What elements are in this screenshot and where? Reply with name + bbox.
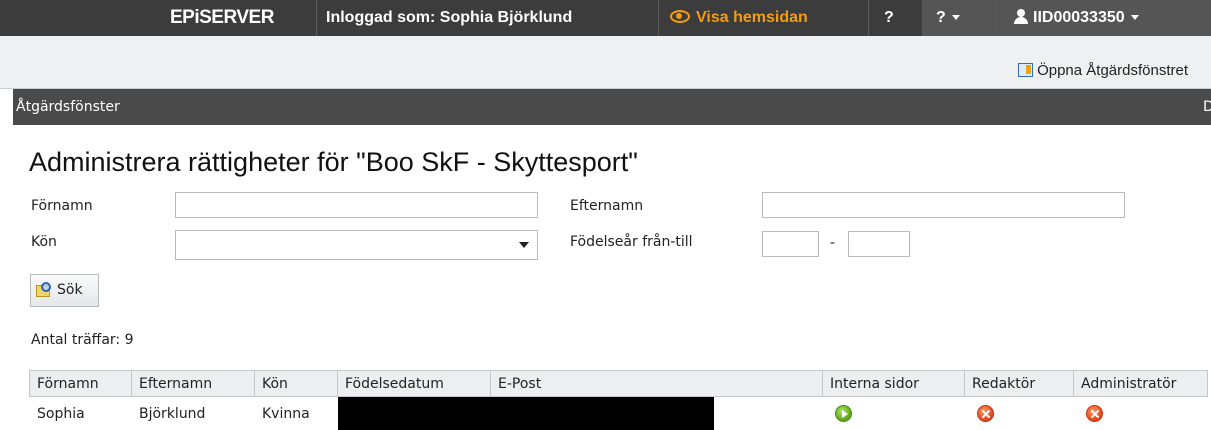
first-name-label: Förnamn — [31, 198, 93, 214]
last-name-label: Efternamn — [570, 198, 644, 214]
action-panel-header: Åtgärdsfönster D — [13, 89, 1211, 125]
help-button[interactable]: ? — [884, 0, 894, 36]
search-button[interactable]: Sök — [30, 274, 99, 307]
table-header-row: Förnamn Efternamn Kön Födelsedatum E-Pos… — [29, 370, 1208, 397]
column-header[interactable]: Administratör — [1073, 370, 1208, 397]
column-header[interactable]: Kön — [254, 370, 338, 397]
logged-in-user-text: Inloggad som: Sophia Björklund — [326, 9, 573, 26]
column-header[interactable]: Interna sidor — [822, 370, 965, 397]
dropdown-arrow-icon — [519, 242, 529, 248]
column-header[interactable]: Redaktör — [964, 370, 1074, 397]
top-navigation-bar: EPiSERVER Inloggad som: Sophia Björklund… — [0, 0, 1211, 36]
chevron-down-icon — [951, 15, 960, 21]
user-icon — [1014, 9, 1028, 24]
column-header[interactable]: Förnamn — [29, 370, 132, 397]
redacted-cell — [338, 397, 823, 430]
action-bar: Öppna Åtgärdsfönstret — [0, 36, 1211, 89]
search-icon — [36, 282, 54, 299]
birth-year-label: Födelseår från-till — [570, 234, 693, 250]
eye-icon — [670, 10, 690, 23]
internal-pages-cell — [823, 397, 965, 430]
gender-cell: Kvinna — [262, 405, 310, 422]
user-menu-label: IID00033350 — [1014, 0, 1139, 36]
gender-select[interactable] — [175, 230, 538, 260]
main-content: Administrera rättigheter för "Boo SkF - … — [13, 125, 1211, 430]
hit-count: Antal träffar: 9 — [31, 332, 134, 348]
last-name-input[interactable] — [762, 192, 1125, 218]
divider — [868, 0, 869, 36]
open-action-panel-label: Öppna Åtgärdsfönstret — [1037, 62, 1188, 79]
column-header[interactable]: Efternamn — [131, 370, 255, 397]
action-panel-title: Åtgärdsfönster — [16, 99, 120, 115]
results-table: Förnamn Efternamn Kön Födelsedatum E-Pos… — [29, 370, 1208, 430]
episerver-logo: EPiSERVER — [170, 7, 274, 28]
panel-icon — [1018, 63, 1034, 77]
divider — [658, 0, 659, 36]
last-name-cell: Björklund — [139, 405, 206, 422]
search-button-label: Sök — [57, 282, 83, 298]
table-row[interactable]: Sophia Björklund Kvinna — [30, 397, 1208, 430]
help-menu-label: ? — [936, 0, 960, 36]
birth-year-dash: - — [830, 235, 836, 251]
open-action-panel-link[interactable]: Öppna Åtgärdsfönstret — [1018, 62, 1188, 79]
red-x-icon[interactable] — [1086, 405, 1103, 422]
chevron-down-icon — [1130, 15, 1139, 21]
redaction-bar — [338, 397, 714, 430]
user-menu-button[interactable]: IID00033350 — [997, 0, 1211, 36]
gender-label: Kön — [31, 234, 57, 250]
birth-year-to-input[interactable] — [848, 231, 910, 257]
view-site-label: Visa hemsidan — [696, 9, 808, 26]
help-menu-button[interactable]: ? — [922, 0, 996, 36]
page-title: Administrera rättigheter för "Boo SkF - … — [29, 147, 638, 177]
red-x-icon[interactable] — [977, 405, 994, 422]
birth-year-from-input[interactable] — [762, 231, 819, 257]
column-header[interactable]: E-Post — [490, 370, 823, 397]
panel-toggle-glyph[interactable]: D — [1203, 89, 1211, 125]
divider — [316, 0, 317, 36]
editor-cell — [965, 397, 1074, 430]
first-name-cell: Sophia — [37, 405, 85, 422]
first-name-input[interactable] — [175, 192, 538, 218]
administrator-cell — [1074, 397, 1208, 430]
green-play-icon[interactable] — [835, 405, 852, 422]
view-site-link[interactable]: Visa hemsidan — [670, 0, 808, 36]
column-header[interactable]: Födelsedatum — [337, 370, 491, 397]
